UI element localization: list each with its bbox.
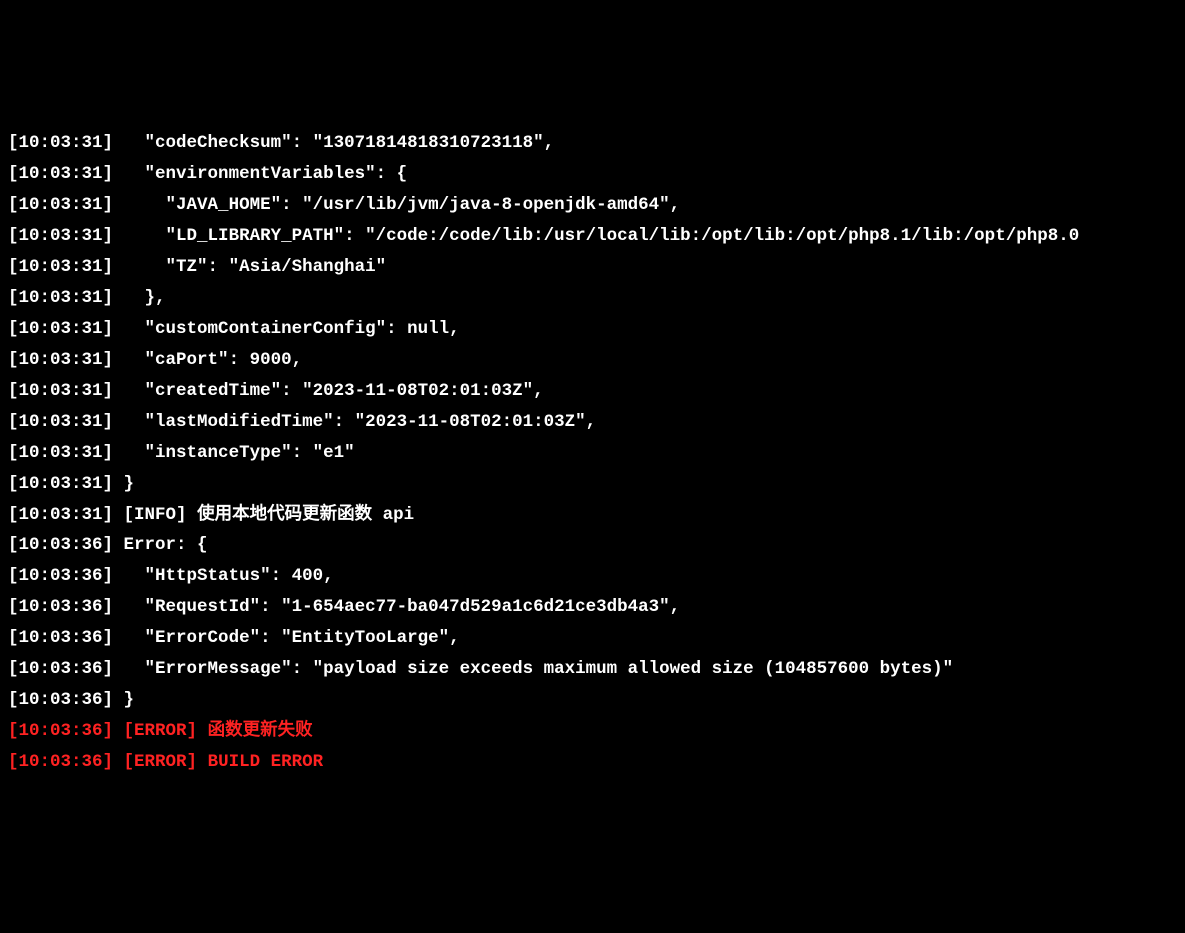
log-line: [10:03:31] "caPort": 9000, — [8, 345, 1177, 376]
timestamp: [10:03:31] — [8, 195, 113, 215]
log-line: [10:03:36] Error: { — [8, 530, 1177, 561]
timestamp: [10:03:31] — [8, 164, 113, 184]
timestamp: [10:03:31] — [8, 350, 113, 370]
timestamp: [10:03:36] — [8, 628, 113, 648]
terminal-output[interactable]: [10:03:31] "codeChecksum": "130718148183… — [8, 128, 1177, 778]
log-line: [10:03:31] } — [8, 469, 1177, 500]
log-message: "lastModifiedTime": "2023-11-08T02:01:03… — [124, 412, 597, 432]
log-line: [10:03:31] "JAVA_HOME": "/usr/lib/jvm/ja… — [8, 190, 1177, 221]
log-line: [10:03:31] "environmentVariables": { — [8, 159, 1177, 190]
log-line: [10:03:31] "LD_LIBRARY_PATH": "/code:/co… — [8, 221, 1177, 252]
timestamp: [10:03:31] — [8, 319, 113, 339]
timestamp: [10:03:36] — [8, 752, 113, 772]
log-line: [10:03:31] "lastModifiedTime": "2023-11-… — [8, 407, 1177, 438]
log-message: }, — [124, 288, 166, 308]
timestamp: [10:03:31] — [8, 133, 113, 153]
timestamp: [10:03:31] — [8, 412, 113, 432]
timestamp: [10:03:36] — [8, 690, 113, 710]
log-message: "JAVA_HOME": "/usr/lib/jvm/java-8-openjd… — [124, 195, 681, 215]
log-line: [10:03:31] "codeChecksum": "130718148183… — [8, 128, 1177, 159]
log-message: "caPort": 9000, — [124, 350, 303, 370]
log-message: "environmentVariables": { — [124, 164, 408, 184]
timestamp: [10:03:31] — [8, 288, 113, 308]
log-message: } — [124, 690, 135, 710]
log-message: "instanceType": "e1" — [124, 443, 355, 463]
log-line: [10:03:36] "ErrorCode": "EntityTooLarge"… — [8, 623, 1177, 654]
log-message: BUILD ERROR — [208, 752, 324, 772]
timestamp: [10:03:36] — [8, 535, 113, 555]
timestamp: [10:03:36] — [8, 566, 113, 586]
log-message: "ErrorCode": "EntityTooLarge", — [124, 628, 460, 648]
log-line: [10:03:36] [ERROR] 函数更新失败 — [8, 716, 1177, 747]
log-line: [10:03:31] "createdTime": "2023-11-08T02… — [8, 376, 1177, 407]
timestamp: [10:03:31] — [8, 443, 113, 463]
log-message: "codeChecksum": "13071814818310723118", — [124, 133, 555, 153]
log-message: 函数更新失败 — [208, 721, 313, 741]
log-message: "HttpStatus": 400, — [124, 566, 334, 586]
log-message: } — [124, 474, 135, 494]
log-message: "customContainerConfig": null, — [124, 319, 460, 339]
log-line: [10:03:31] "customContainerConfig": null… — [8, 314, 1177, 345]
log-line: [10:03:36] "ErrorMessage": "payload size… — [8, 654, 1177, 685]
log-line: [10:03:31] }, — [8, 283, 1177, 314]
log-message: "createdTime": "2023-11-08T02:01:03Z", — [124, 381, 544, 401]
timestamp: [10:03:31] — [8, 381, 113, 401]
log-line: [10:03:36] "RequestId": "1-654aec77-ba04… — [8, 592, 1177, 623]
timestamp: [10:03:36] — [8, 597, 113, 617]
log-message: "LD_LIBRARY_PATH": "/code:/code/lib:/usr… — [124, 226, 1080, 246]
log-message: "ErrorMessage": "payload size exceeds ma… — [124, 659, 954, 679]
timestamp: [10:03:36] — [8, 659, 113, 679]
error-tag: [ERROR] — [124, 752, 198, 772]
timestamp: [10:03:31] — [8, 257, 113, 277]
log-message: 使用本地代码更新函数 api — [197, 505, 414, 525]
error-tag: [ERROR] — [124, 721, 198, 741]
log-line: [10:03:31] [INFO] 使用本地代码更新函数 api — [8, 500, 1177, 531]
log-line: [10:03:36] [ERROR] BUILD ERROR — [8, 747, 1177, 778]
timestamp: [10:03:31] — [8, 474, 113, 494]
timestamp: [10:03:31] — [8, 505, 113, 525]
timestamp: [10:03:31] — [8, 226, 113, 246]
log-message: Error: { — [124, 535, 208, 555]
log-line: [10:03:31] "instanceType": "e1" — [8, 438, 1177, 469]
log-line: [10:03:36] "HttpStatus": 400, — [8, 561, 1177, 592]
log-line: [10:03:36] } — [8, 685, 1177, 716]
info-tag: [INFO] — [124, 505, 187, 525]
log-line: [10:03:31] "TZ": "Asia/Shanghai" — [8, 252, 1177, 283]
timestamp: [10:03:36] — [8, 721, 113, 741]
log-message: "TZ": "Asia/Shanghai" — [124, 257, 387, 277]
log-message: "RequestId": "1-654aec77-ba047d529a1c6d2… — [124, 597, 681, 617]
